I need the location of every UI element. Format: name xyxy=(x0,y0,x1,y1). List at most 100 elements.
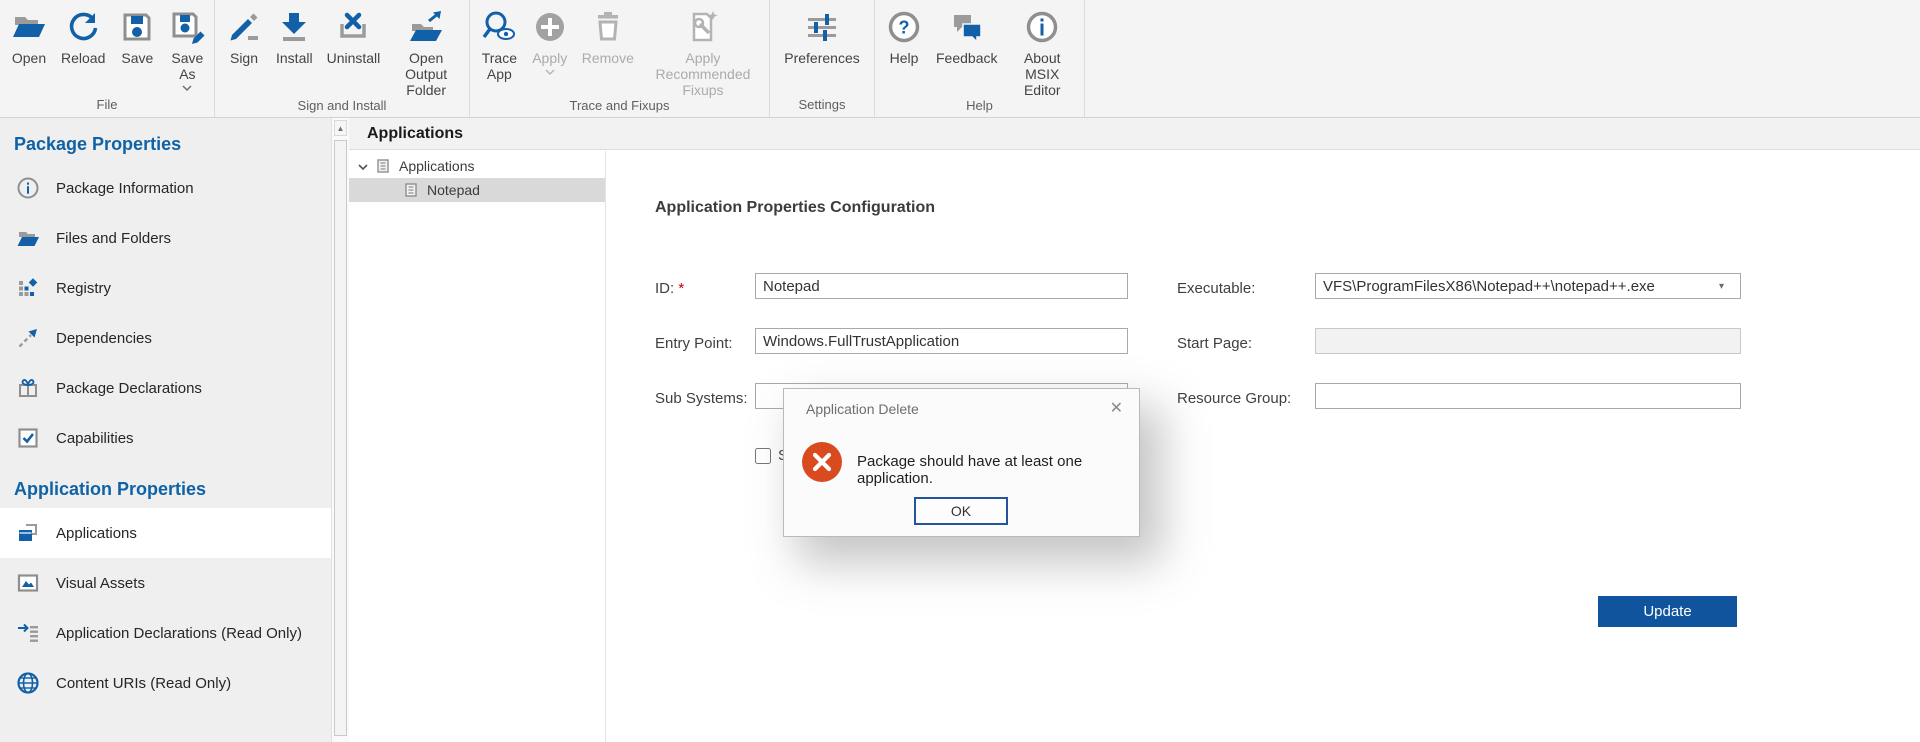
sidebar-item-content-uris[interactable]: Content URIs (Read Only) xyxy=(0,658,331,708)
fixups-wrench-icon xyxy=(685,9,721,45)
executable-field-label: Executable: xyxy=(1177,280,1255,297)
chevron-down-icon xyxy=(545,67,555,75)
save-icon xyxy=(119,9,155,45)
trace-app-icon xyxy=(481,9,517,45)
msix-editor-window: Open Reload Save Save As File xyxy=(0,0,1920,742)
sidebar-item-application-declarations[interactable]: Application Declarations (Read Only) xyxy=(0,608,331,658)
start-page-field-label: Start Page: xyxy=(1177,335,1252,352)
tree-row-applications[interactable]: Applications xyxy=(349,154,605,178)
close-x-icon[interactable]: ✕ xyxy=(1110,398,1123,418)
ribbon-group-label-help: Help xyxy=(875,98,1084,118)
sidebar-item-applications[interactable]: Applications xyxy=(0,508,331,558)
help-question-icon: ? xyxy=(886,9,922,45)
entry-point-field-label: Entry Point: xyxy=(655,335,733,352)
sub-systems-field-label: Sub Systems: xyxy=(655,390,748,407)
open-output-folder-icon xyxy=(408,9,444,45)
install-button[interactable]: Install xyxy=(269,7,320,66)
package-information-icon xyxy=(16,176,40,200)
ribbon-group-sign-and-install: Sign Install Uninstall Open Output Folde… xyxy=(215,0,470,117)
apply-button[interactable]: Apply xyxy=(525,7,575,75)
remove-button[interactable]: Remove xyxy=(575,7,641,66)
apply-button-label: Apply xyxy=(532,50,567,66)
sidebar-item-label: Package Declarations xyxy=(56,380,202,397)
open-folder-icon xyxy=(11,9,47,45)
apply-recommended-fixups-button[interactable]: Apply Recommended Fixups xyxy=(641,7,765,98)
ribbon-group-trace-and-fixups: Trace App Apply Remove Apply Recommended… xyxy=(470,0,770,117)
sign-button-label: Sign xyxy=(230,50,258,66)
sidebar-item-dependencies[interactable]: Dependencies xyxy=(0,313,331,363)
ribbon-group-label-trace-and-fixups: Trace and Fixups xyxy=(470,98,769,118)
executable-input[interactable] xyxy=(1323,274,1719,298)
open-button-label: Open xyxy=(12,50,46,66)
help-button-label: Help xyxy=(890,50,919,66)
uninstall-x-icon xyxy=(335,9,371,45)
sidebar-item-label: Application Declarations (Read Only) xyxy=(56,625,302,642)
update-button[interactable]: Update xyxy=(1598,596,1737,627)
about-msix-editor-button-label: About MSIX Editor xyxy=(1011,50,1073,98)
sidebar-item-registry[interactable]: Registry xyxy=(0,263,331,313)
registry-icon xyxy=(16,276,40,300)
remove-button-label: Remove xyxy=(582,50,634,66)
tree-row-notepad[interactable]: Notepad xyxy=(349,178,605,202)
reload-button[interactable]: Reload xyxy=(54,7,112,66)
entry-point-input[interactable] xyxy=(755,328,1128,354)
document-icon xyxy=(376,159,390,173)
sidebar-item-visual-assets[interactable]: Visual Assets xyxy=(0,558,331,608)
sidebar-item-label: Visual Assets xyxy=(56,575,145,592)
dialog-title: Application Delete xyxy=(806,401,919,417)
tree-node-label: Notepad xyxy=(427,182,480,198)
chevron-down-icon[interactable] xyxy=(182,83,192,91)
dependencies-icon xyxy=(16,326,40,350)
resource-group-field-label: Resource Group: xyxy=(1177,390,1291,407)
applications-icon xyxy=(16,521,40,545)
save-button-label: Save xyxy=(121,50,153,66)
sidebar-scrollbar[interactable]: ▲ xyxy=(331,118,349,742)
trace-app-button-label: Trace App xyxy=(481,50,518,82)
sidebar-item-label: Package Information xyxy=(56,180,194,197)
save-as-button-label: Save As xyxy=(169,50,205,82)
sidebar-item-files-and-folders[interactable]: Files and Folders xyxy=(0,213,331,263)
sign-button[interactable]: Sign xyxy=(219,7,269,66)
ribbon-toolbar: Open Reload Save Save As File xyxy=(0,0,1920,118)
svg-text:?: ? xyxy=(899,18,910,38)
sub-checkbox[interactable] xyxy=(755,448,771,464)
uninstall-button-label: Uninstall xyxy=(327,50,381,66)
sidebar-item-label: Registry xyxy=(56,280,111,297)
package-declarations-icon xyxy=(16,376,40,400)
sign-pencil-icon xyxy=(226,9,262,45)
sidebar-item-label: Files and Folders xyxy=(56,230,171,247)
preferences-button[interactable]: Preferences xyxy=(777,7,866,66)
uninstall-button[interactable]: Uninstall xyxy=(320,7,388,66)
application-declarations-icon xyxy=(16,621,40,645)
about-msix-editor-button[interactable]: About MSIX Editor xyxy=(1004,7,1080,98)
sidebar-item-package-declarations[interactable]: Package Declarations xyxy=(0,363,331,413)
save-button[interactable]: Save xyxy=(112,7,162,66)
id-input[interactable] xyxy=(755,273,1128,299)
ribbon-spacer xyxy=(1085,0,1920,117)
save-as-button[interactable]: Save As xyxy=(162,7,212,91)
visual-assets-icon xyxy=(16,571,40,595)
executable-combobox[interactable]: ▾ xyxy=(1315,273,1741,299)
content-uris-icon xyxy=(16,671,40,695)
document-icon xyxy=(404,183,418,197)
application-delete-dialog: Application Delete ✕ Package should have… xyxy=(783,388,1140,537)
help-button[interactable]: ? Help xyxy=(879,7,929,66)
ribbon-group-label-settings: Settings xyxy=(770,97,874,117)
ok-button[interactable]: OK xyxy=(914,497,1008,525)
ribbon-group-label-sign-and-install: Sign and Install xyxy=(215,98,469,118)
chevron-expanded-icon[interactable] xyxy=(357,160,369,172)
feedback-button[interactable]: Feedback xyxy=(929,7,1004,66)
applications-tree: Applications Notepad xyxy=(349,151,606,742)
scrollbar-thumb[interactable] xyxy=(334,140,347,736)
sidebar-item-label: Content URIs (Read Only) xyxy=(56,675,231,692)
sidebar-item-capabilities[interactable]: Capabilities xyxy=(0,413,331,463)
scroll-up-arrow-icon[interactable]: ▲ xyxy=(334,120,347,136)
open-output-folder-button[interactable]: Open Output Folder xyxy=(387,7,465,98)
open-output-folder-button-label: Open Output Folder xyxy=(394,50,458,98)
chevron-down-icon[interactable]: ▾ xyxy=(1719,281,1733,292)
sidebar-item-package-information[interactable]: Package Information xyxy=(0,163,331,213)
resource-group-input[interactable] xyxy=(1315,383,1741,409)
open-button[interactable]: Open xyxy=(4,7,54,66)
install-arrow-icon xyxy=(276,9,312,45)
trace-app-button[interactable]: Trace App xyxy=(474,7,525,82)
